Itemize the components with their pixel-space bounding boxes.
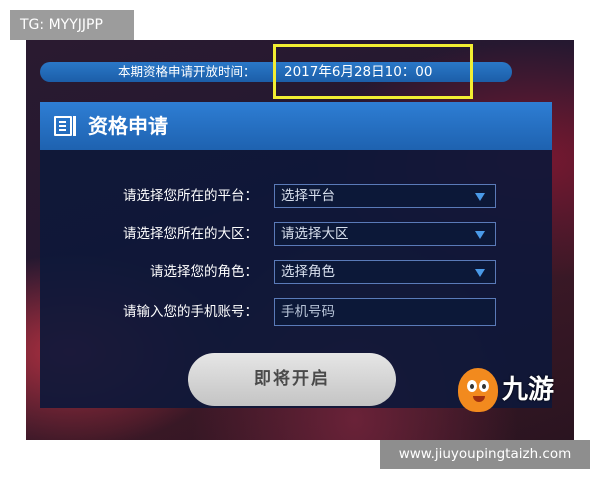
role-label: 请选择您的角色： — [150, 264, 258, 280]
region-select-value: 请选择大区 — [281, 226, 349, 242]
platform-label: 请选择您所在的平台： — [123, 188, 258, 204]
dropdown-arrow-icon — [475, 193, 485, 201]
role-row: 请选择您的角色： 选择角色 — [40, 260, 552, 284]
open-time-label: 本期资格申请开放时间： — [118, 64, 256, 79]
region-select[interactable]: 请选择大区 — [274, 222, 496, 246]
platform-select-value: 选择平台 — [281, 188, 335, 204]
panel-title: 资格申请 — [88, 114, 168, 138]
platform-select[interactable]: 选择平台 — [274, 184, 496, 208]
watermark-url: www.jiuyoupingtaizh.com — [380, 440, 590, 469]
logo-text: 九游 — [502, 375, 555, 405]
panel-header: 资格申请 — [40, 102, 552, 150]
region-row: 请选择您所在的大区： 请选择大区 — [40, 222, 552, 246]
role-select[interactable]: 选择角色 — [274, 260, 496, 284]
dropdown-arrow-icon — [475, 231, 485, 239]
phone-input-placeholder: 手机号码 — [281, 304, 335, 320]
platform-row: 请选择您所在的平台： 选择平台 — [40, 184, 552, 208]
time-highlight-box — [273, 44, 473, 99]
mascot-icon — [458, 368, 498, 412]
phone-input[interactable]: 手机号码 — [274, 298, 496, 326]
phone-row: 请输入您的手机账号： 手机号码 — [40, 298, 552, 326]
role-select-value: 选择角色 — [281, 264, 335, 280]
document-icon — [54, 115, 76, 136]
region-label: 请选择您所在的大区： — [123, 226, 258, 242]
coming-soon-button[interactable]: 即将开启 — [188, 353, 396, 406]
dropdown-arrow-icon — [475, 269, 485, 277]
tg-label: TG: MYYJJPP — [10, 10, 134, 40]
jiuyou-logo: 九游 — [450, 364, 576, 418]
phone-label: 请输入您的手机账号： — [123, 304, 258, 320]
